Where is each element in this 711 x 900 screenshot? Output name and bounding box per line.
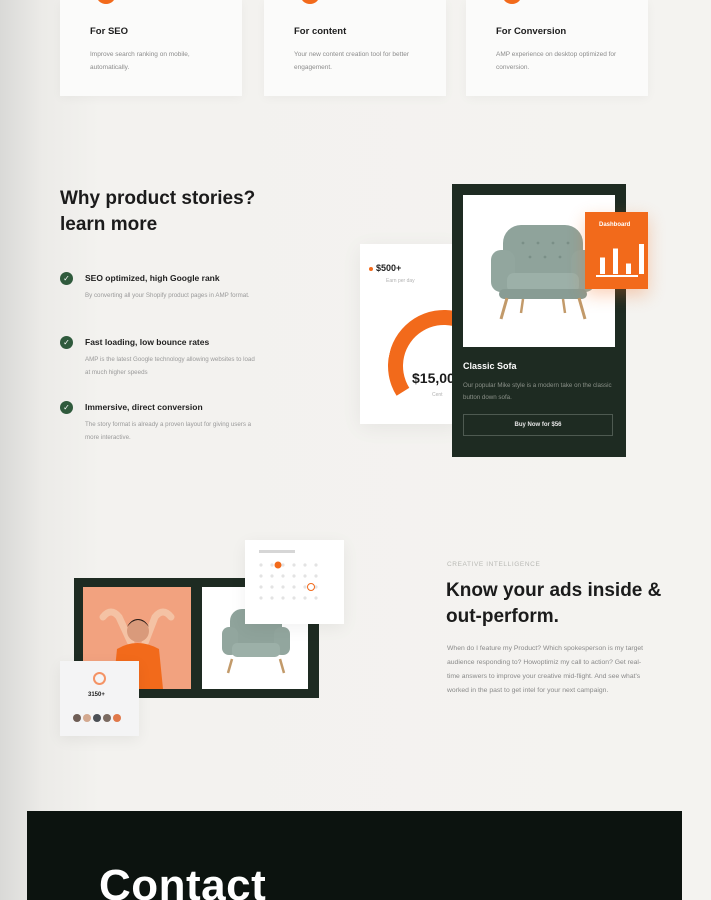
check-icon: ✓ xyxy=(60,272,73,285)
mini-stat-value: 3150+ xyxy=(88,692,105,698)
dashboard-bar xyxy=(639,244,644,274)
dashboard-badge: Dashboard xyxy=(585,212,648,289)
gauge-arc xyxy=(376,298,460,424)
calendar-day xyxy=(270,574,274,578)
check-icon: ✓ xyxy=(60,401,73,414)
dashboard-baseline xyxy=(596,275,638,277)
mini-stat-card: 3150+ xyxy=(60,661,139,736)
ring-icon xyxy=(93,672,106,685)
feature-card-content: For content Your new content creation to… xyxy=(264,0,446,96)
product-name: Classic Sofa xyxy=(463,361,517,371)
bar-chart-icon xyxy=(596,244,644,277)
feature-desc: Improve search ranking on mobile, automa… xyxy=(90,51,190,71)
calendar-day xyxy=(281,574,285,578)
contact-title: Contact xyxy=(99,861,267,900)
feature-desc: Your new content creation tool for bette… xyxy=(294,51,410,71)
feature-card-conversion: For Conversion AMP experience on desktop… xyxy=(466,0,648,96)
stat-big-value: $15,00 xyxy=(412,370,455,386)
ads-body: When do I feature my Product? Which spok… xyxy=(447,645,644,694)
dashboard-bar xyxy=(626,263,631,274)
calendar-day xyxy=(314,596,318,600)
stat-caption: Cent xyxy=(432,392,443,398)
calendar-day xyxy=(259,585,263,589)
section-kicker: CREATIVE INTELLIGENCE xyxy=(447,561,541,568)
avatar xyxy=(113,714,121,722)
calendar-day xyxy=(303,585,307,589)
calendar-day xyxy=(281,563,285,567)
calendar-icon xyxy=(259,550,318,600)
stat-card: $500+ Earn per day $15,00 Cent xyxy=(360,244,460,424)
feature-title: For Conversion xyxy=(496,26,567,37)
calendar-day xyxy=(303,563,307,567)
why-item-seo: ✓ SEO optimized, high Google rank By con… xyxy=(60,272,260,302)
why-item-title: Fast loading, low bounce rates xyxy=(85,337,210,347)
feature-dot-icon xyxy=(96,0,116,4)
dashboard-bar xyxy=(600,257,605,274)
calendar-day xyxy=(259,574,263,578)
stat-amount: $500+ xyxy=(368,263,402,273)
avatar xyxy=(103,714,111,722)
why-item-desc: By converting all your Shopify product p… xyxy=(85,292,250,299)
calendar-day xyxy=(303,574,307,578)
why-item-desc: The story format is already a proven lay… xyxy=(85,421,252,441)
dashboard-bar xyxy=(613,248,618,274)
why-item-desc: AMP is the latest Google technology allo… xyxy=(85,356,255,376)
feature-title: For content xyxy=(294,26,347,37)
feature-dot-icon xyxy=(300,0,320,4)
avatar-group xyxy=(73,714,121,722)
calendar-day xyxy=(303,596,307,600)
buy-now-button[interactable]: Buy Now for $56 xyxy=(463,414,613,436)
why-title: Why product stories? learn more xyxy=(60,188,256,235)
avatar xyxy=(93,714,101,722)
why-item-immersive: ✓ Immersive, direct conversion The story… xyxy=(60,401,260,444)
calendar-day xyxy=(281,596,285,600)
product-desc: Our popular Mike style is a modern take … xyxy=(463,382,612,401)
ads-title: Know your ads inside & out-perform. xyxy=(446,580,662,627)
why-item-title: Immersive, direct conversion xyxy=(85,402,203,412)
feature-desc: AMP experience on desktop optimized for … xyxy=(496,51,617,71)
why-item-title: SEO optimized, high Google rank xyxy=(85,273,220,283)
contact-section: Contact xyxy=(27,811,682,900)
calendar-day xyxy=(270,563,274,567)
calendar-day xyxy=(314,563,318,567)
calendar-day xyxy=(270,596,274,600)
calendar-day xyxy=(292,585,296,589)
calendar-day xyxy=(292,563,296,567)
check-icon: ✓ xyxy=(60,336,73,349)
calendar-day xyxy=(270,585,274,589)
calendar-day xyxy=(314,574,318,578)
calendar-day xyxy=(292,596,296,600)
avatar xyxy=(73,714,81,722)
feature-dot-icon xyxy=(502,0,522,4)
calendar-day xyxy=(292,574,296,578)
feature-card-seo: For SEO Improve search ranking on mobile… xyxy=(60,0,242,96)
feature-title: For SEO xyxy=(90,26,129,37)
calendar-day xyxy=(259,596,263,600)
avatar xyxy=(83,714,91,722)
calendar-day xyxy=(281,585,285,589)
stat-sub: Earn per day xyxy=(386,278,415,284)
calendar-day xyxy=(259,563,263,567)
why-item-fast: ✓ Fast loading, low bounce rates AMP is … xyxy=(60,336,260,379)
calendar-card xyxy=(245,540,344,624)
